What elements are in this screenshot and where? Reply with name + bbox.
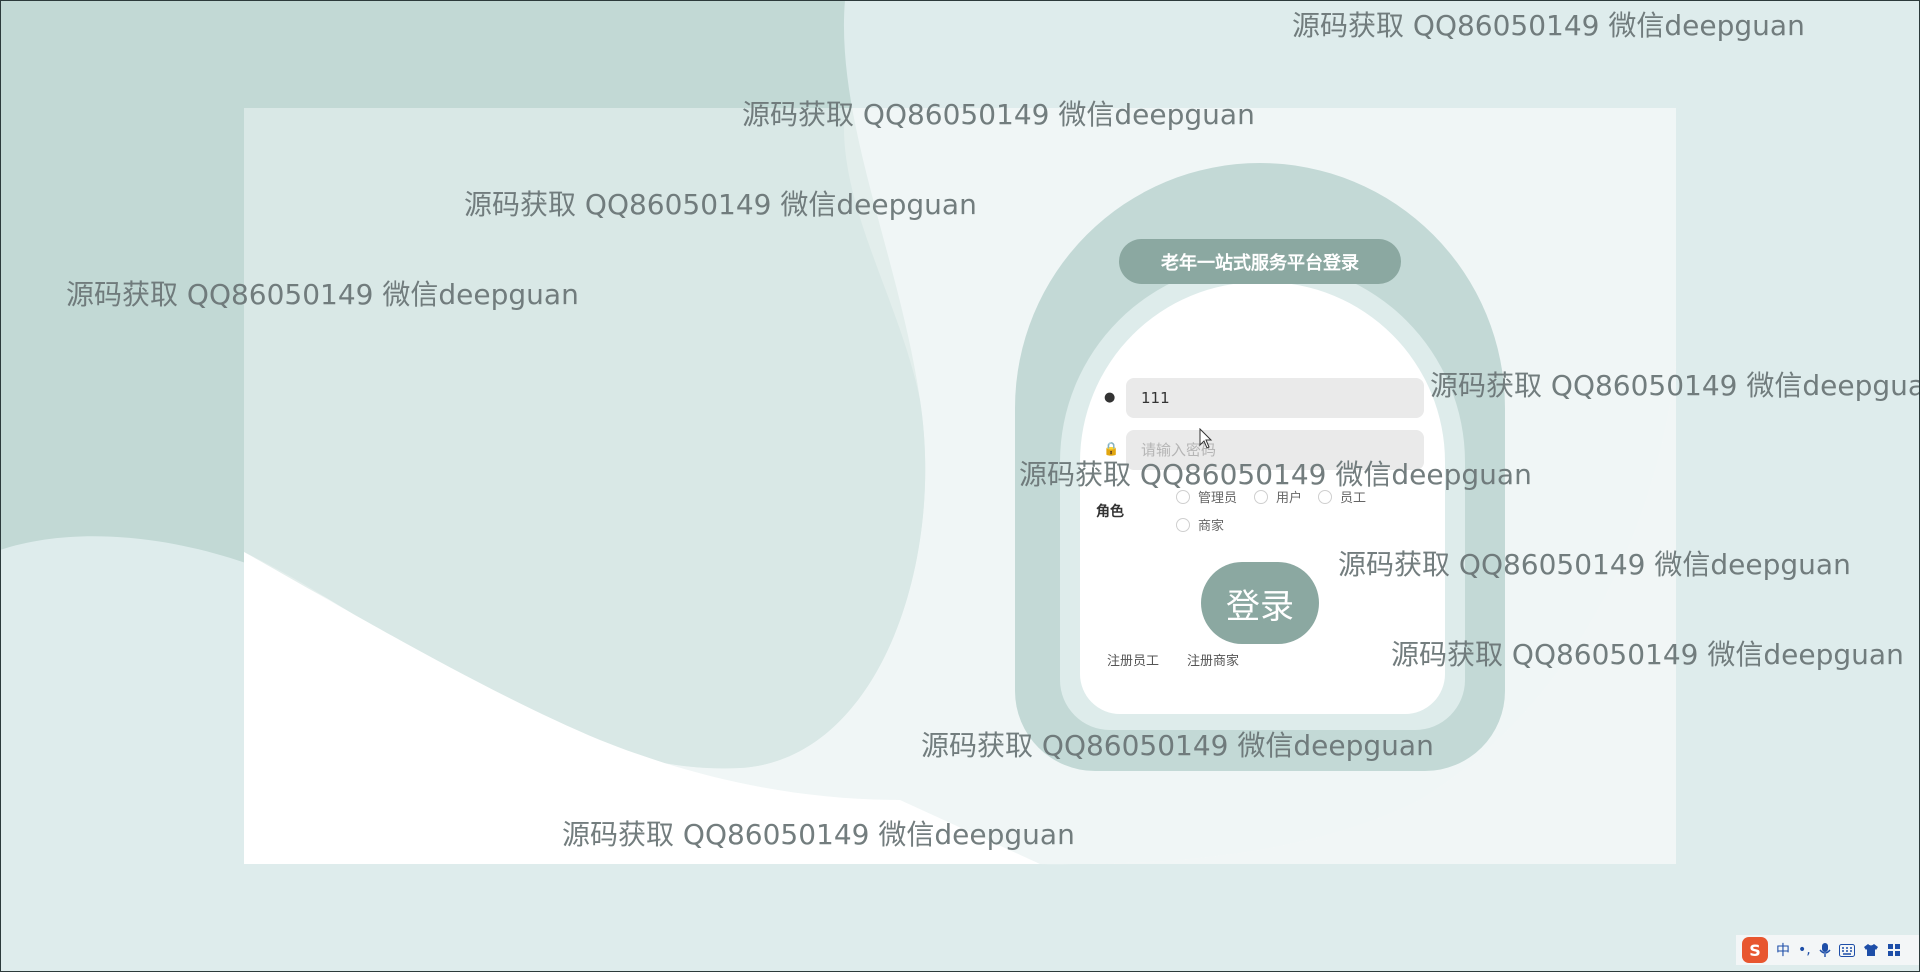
user-icon: ●: [1104, 390, 1116, 405]
radio-circle[interactable]: [1254, 489, 1268, 504]
keyboard-icon[interactable]: [1838, 943, 1855, 957]
role-radio-label: 管理员: [1198, 491, 1238, 506]
register-merchant-link[interactable]: 注册商家: [1187, 650, 1239, 669]
role-radio-label: 商家: [1198, 519, 1225, 534]
radio-circle[interactable]: [1176, 517, 1190, 532]
panel-overlay-shapes: [244, 108, 1676, 865]
login-page: 老年一站式服务平台登录 ● 🔒 角色 管理员 用户 员工 商家 登录 注册员工 …: [0, 0, 1920, 972]
register-staff-link[interactable]: 注册员工: [1107, 650, 1159, 669]
punctuation-toggle[interactable]: •,: [1798, 942, 1811, 958]
radio-circle[interactable]: [1176, 489, 1190, 504]
role-radio-merchant[interactable]: 商家: [1176, 515, 1224, 534]
ime-toolbar: S 中 •,: [1736, 935, 1920, 965]
password-input[interactable]: [1126, 430, 1424, 470]
role-radio-staff[interactable]: 员工: [1318, 487, 1366, 506]
role-radio-label: 用户: [1276, 491, 1303, 506]
grid-icon[interactable]: [1887, 943, 1901, 957]
radio-circle[interactable]: [1318, 489, 1332, 504]
ime-lang-toggle[interactable]: 中: [1776, 940, 1790, 960]
username-input[interactable]: [1126, 378, 1424, 418]
shirt-icon[interactable]: [1863, 943, 1879, 957]
sogou-logo-icon[interactable]: S: [1742, 937, 1768, 963]
mic-icon[interactable]: [1819, 942, 1831, 958]
lock-icon: 🔒: [1103, 442, 1120, 457]
role-radio-admin[interactable]: 管理员: [1176, 487, 1237, 506]
role-label: 角色: [1096, 504, 1124, 520]
mouse-cursor-icon: [1199, 428, 1213, 449]
role-radio-label: 员工: [1340, 491, 1367, 506]
role-radio-user[interactable]: 用户: [1254, 487, 1302, 506]
login-button[interactable]: 登录: [1201, 562, 1319, 644]
login-title: 老年一站式服务平台登录: [1119, 239, 1401, 284]
